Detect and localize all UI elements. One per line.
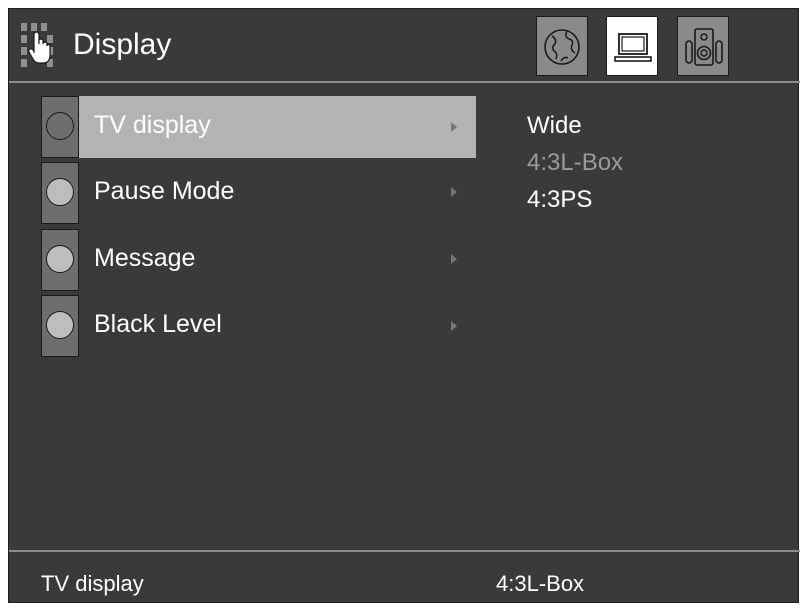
monitor-icon <box>614 33 652 62</box>
status-label: TV display <box>41 571 144 596</box>
bullet-box <box>41 162 79 224</box>
chevron-right-icon <box>451 122 457 132</box>
chevron-right-icon <box>451 187 457 197</box>
speaker-icon <box>685 28 723 66</box>
menu-item-label: TV display <box>94 111 211 139</box>
globe-icon <box>544 29 580 65</box>
tab-globe[interactable] <box>536 16 588 76</box>
tab-speaker[interactable] <box>677 16 729 76</box>
header-bar: Display <box>9 9 800 81</box>
chevron-right-icon <box>451 254 457 264</box>
option-wide[interactable]: Wide <box>527 111 582 141</box>
bullet-box <box>41 229 79 291</box>
menu-item-label: Pause Mode <box>94 177 235 205</box>
hand-pointer-icon <box>21 23 53 67</box>
bullet-circle-icon <box>46 112 74 140</box>
footer-divider <box>9 550 800 552</box>
menu-item-black-level[interactable]: Black Level <box>41 295 476 357</box>
option-4-3-pan-scan[interactable]: 4:3PS <box>527 185 592 215</box>
osd-frame: Display TV display Pause Mode Message Bl… <box>8 8 800 603</box>
status-value: 4:3L-Box <box>496 571 585 596</box>
bullet-circle-icon <box>46 178 74 206</box>
menu-item-message[interactable]: Message <box>41 229 476 291</box>
header-divider <box>9 81 800 83</box>
menu-item-pause-mode[interactable]: Pause Mode <box>41 162 476 224</box>
chevron-right-icon <box>451 321 457 331</box>
menu-item-label: Message <box>94 244 196 272</box>
page-title: Display <box>73 28 172 61</box>
bullet-circle-icon <box>46 245 74 273</box>
tab-monitor[interactable] <box>606 16 658 76</box>
option-4-3-letterbox[interactable]: 4:3L-Box <box>527 148 623 178</box>
menu-item-label: Black Level <box>94 310 222 338</box>
bullet-box <box>41 295 79 357</box>
menu-item-tv-display[interactable]: TV display <box>41 96 476 158</box>
bullet-box <box>41 96 79 158</box>
bullet-circle-icon <box>46 311 74 339</box>
